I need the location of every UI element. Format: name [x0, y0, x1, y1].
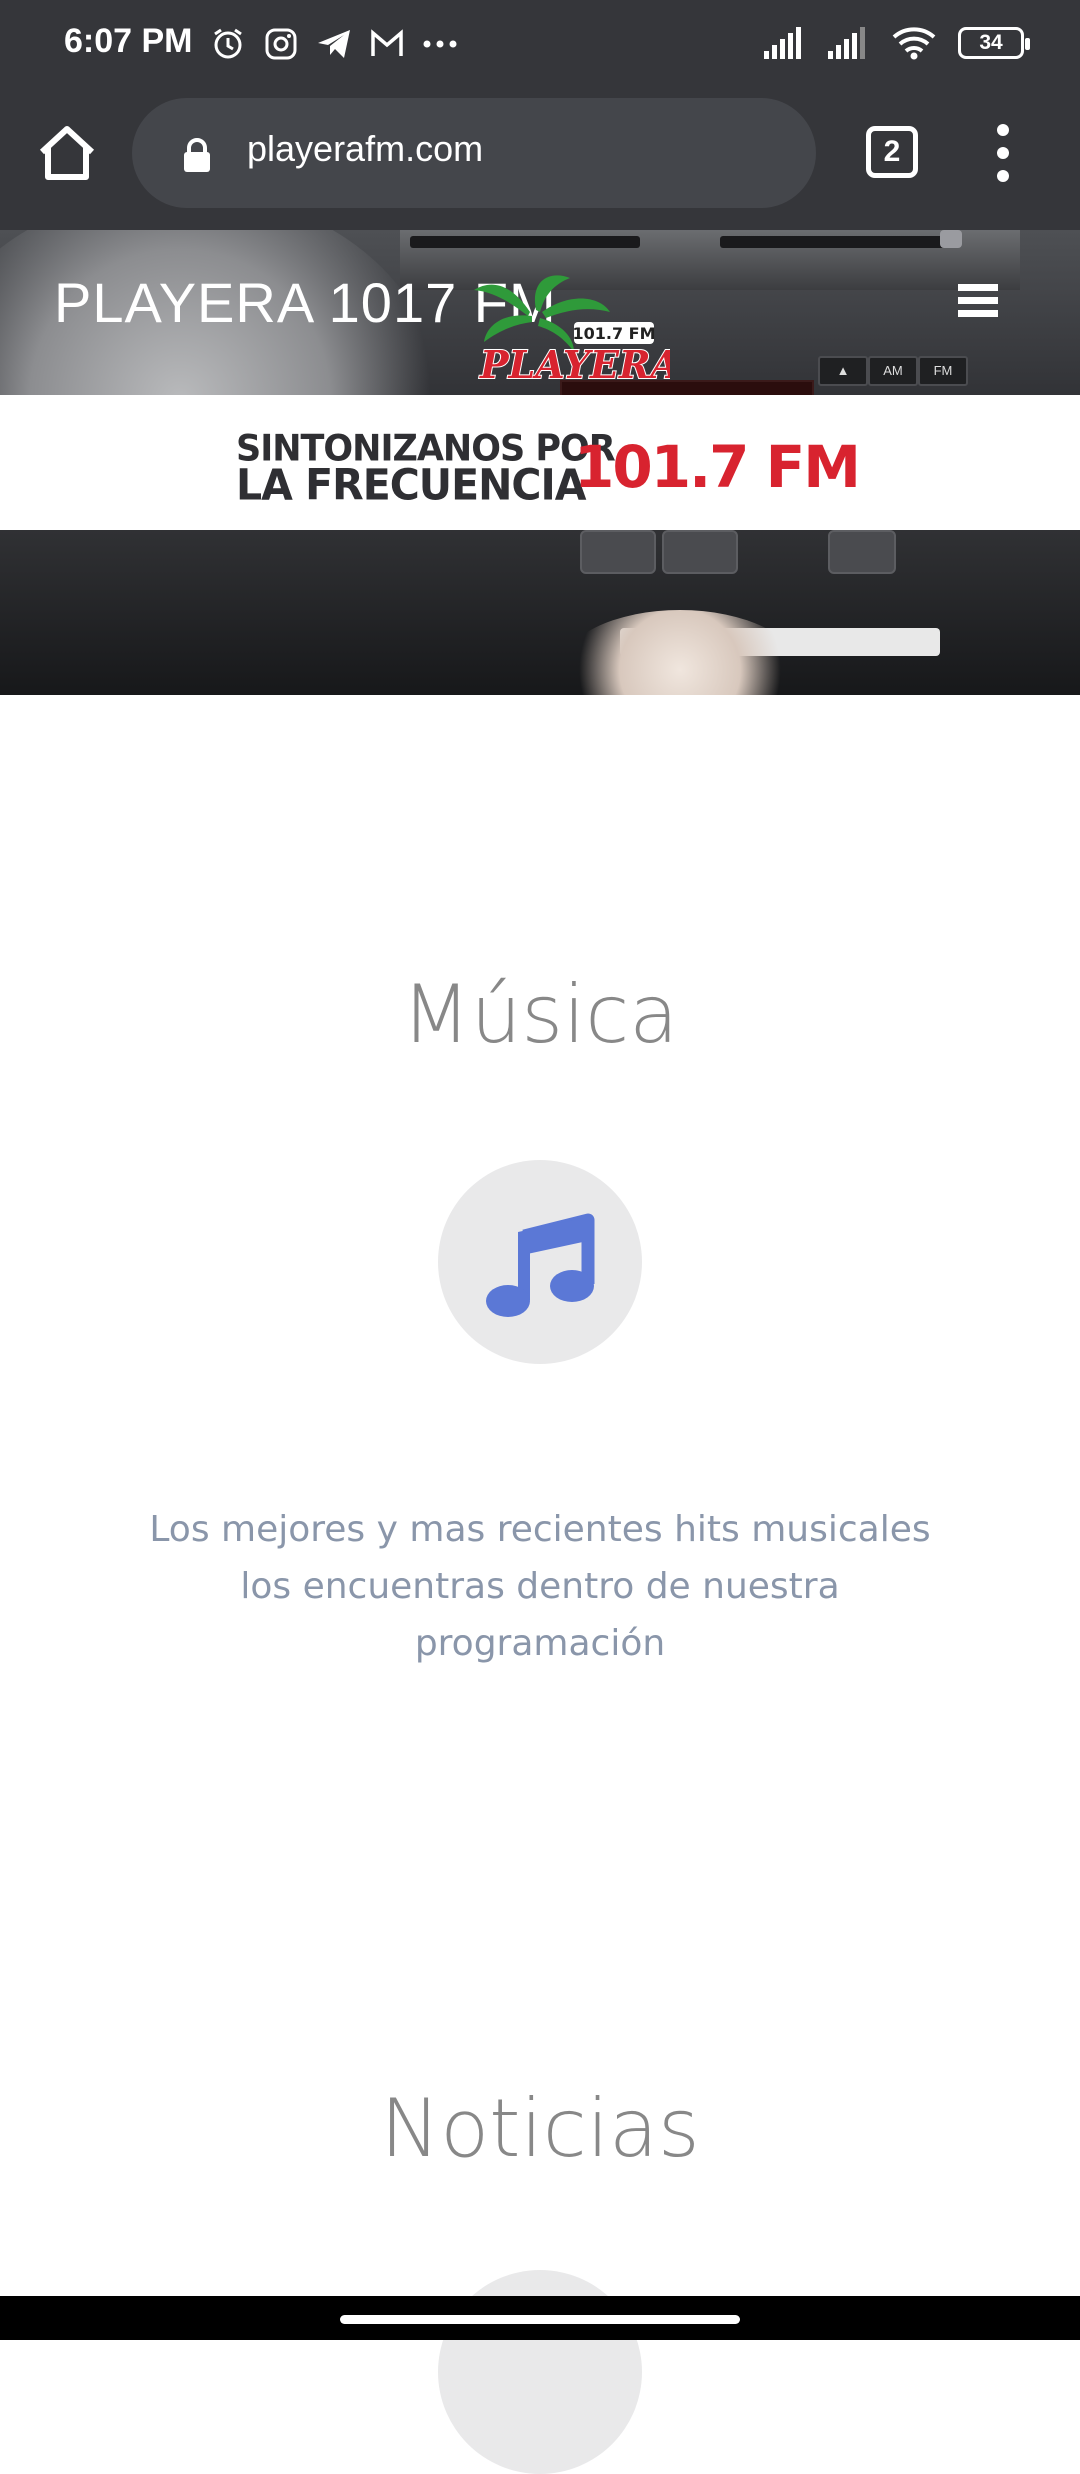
signal-icon [764, 27, 801, 59]
notification-icons [210, 26, 458, 62]
address-bar[interactable]: playerafm.com [132, 98, 816, 208]
music-note-icon [486, 1213, 595, 1317]
home-icon[interactable] [34, 120, 100, 186]
more-dots-icon [423, 40, 457, 48]
battery-level: 34 [979, 31, 1003, 54]
banner-frequency: 101.7 FM [574, 433, 861, 501]
section-description-musica: Los mejores y mas recientes hits musical… [149, 1509, 931, 1664]
instagram-icon [265, 28, 297, 60]
signal-icon [828, 27, 865, 59]
lock-icon [184, 138, 210, 172]
banner-tagline: SINTONIZANOS POR LA FRECUENCIA [236, 428, 616, 511]
section-title-musica: Música [401, 968, 679, 1061]
music-icon-circle [438, 1160, 642, 1364]
wifi-icon [892, 27, 936, 60]
overflow-menu-button[interactable] [990, 124, 1016, 184]
svg-text:101.7 FM: 101.7 FM [572, 324, 655, 343]
gmail-icon [371, 29, 403, 56]
telegram-icon [318, 30, 350, 58]
clock: 6:07 PM [64, 22, 193, 60]
section-title-noticias: Noticias [380, 2082, 700, 2175]
browser-toolbar: playerafm.com 2 [0, 96, 1080, 230]
system-icons: 34 [764, 26, 1030, 60]
url-text[interactable]: playerafm.com [247, 128, 483, 170]
battery-icon: 34 [958, 27, 1030, 59]
frequency-banner: SINTONIZANOS POR LA FRECUENCIA 101.7 FM [0, 395, 1080, 530]
hamburger-menu-icon[interactable] [958, 284, 998, 320]
home-gesture-handle[interactable] [340, 2315, 740, 2324]
tab-switcher-button[interactable]: 2 [866, 126, 918, 178]
svg-text:PLAYERA: PLAYERA [479, 342, 670, 387]
playera-logo: 101.7 FM PLAYERA [474, 275, 670, 388]
alarm-icon [214, 28, 242, 59]
status-bar: 6:07 PM 34 [0, 0, 1080, 96]
